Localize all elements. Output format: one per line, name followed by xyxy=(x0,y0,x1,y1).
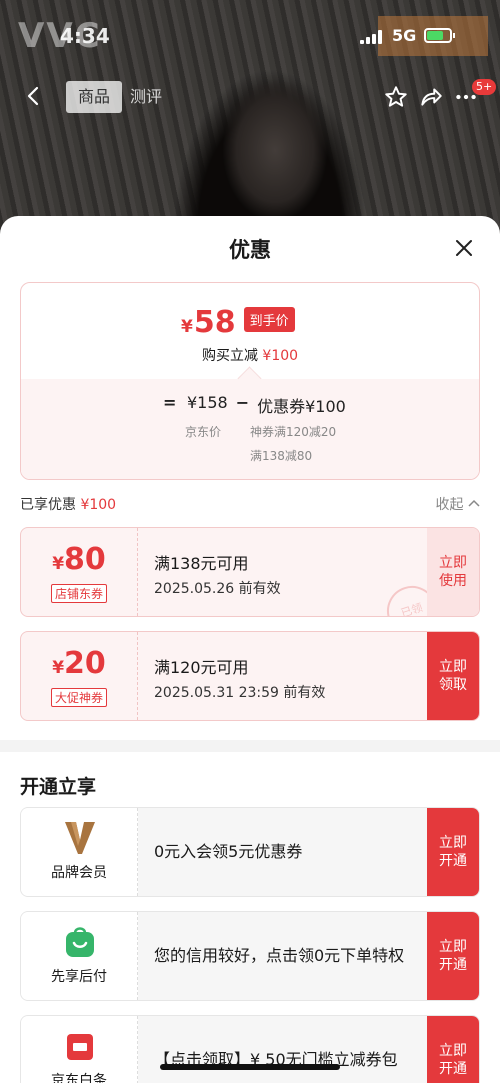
shopping-bag-icon xyxy=(66,927,94,957)
brand-v-icon xyxy=(65,822,95,854)
final-price: ¥ 58 到手价 xyxy=(181,305,295,340)
coupon-amount: ¥80 xyxy=(21,542,137,577)
enjoyed-value: ¥100 xyxy=(80,497,117,513)
price-currency: ¥ xyxy=(181,317,193,337)
instant-reduction: 购买立减 ¥100 xyxy=(21,345,479,365)
enjoyed-discount: 已享优惠 ¥100 xyxy=(20,494,116,514)
member-offer-card: 品牌会员 0元入会领5元优惠券 立即 开通 xyxy=(20,807,480,897)
chevron-up-icon xyxy=(468,499,480,507)
member-offer-text: 0元入会领5元优惠券 xyxy=(154,842,303,861)
coupon-type: 店铺东券 xyxy=(50,584,108,603)
status-time: 4:34 xyxy=(60,24,110,48)
activate-button[interactable]: 立即 开通 xyxy=(427,1016,479,1083)
coupon-total: 优惠券¥100 xyxy=(257,397,346,416)
status-bar: VVC 4:34 5G xyxy=(0,16,500,56)
coupon-type: 大促神券 xyxy=(50,688,108,707)
battery-icon xyxy=(424,28,455,43)
collapse-label: 收起 xyxy=(435,497,464,513)
discount-sheet: 优惠 ¥ 58 到手价 购买立减 ¥100 = ¥158 − 优惠券¥100 京… xyxy=(0,216,500,1083)
coupon-valid-date: 2025.05.31 23:59 前有效 xyxy=(154,685,326,701)
jd-price-label: 京东价 xyxy=(185,425,222,439)
member-label: 品牌会员 xyxy=(51,865,107,881)
tab-review[interactable]: 测评 xyxy=(118,81,174,113)
network-type: 5G xyxy=(392,26,417,45)
price-calculation: = ¥158 − 优惠券¥100 京东价 神券满120减20 满138减80 xyxy=(21,379,479,479)
coupon-amount: ¥20 xyxy=(21,646,137,681)
claim-now-button[interactable]: 立即 领取 xyxy=(427,632,479,720)
price-summary-card: ¥ 58 到手价 购买立减 ¥100 = ¥158 − 优惠券¥100 京东价 … xyxy=(20,282,480,480)
cart-badge: 5+ xyxy=(472,79,497,95)
coupon-detail-2: 满138减80 xyxy=(250,449,313,463)
member-label: 京东白条 xyxy=(51,1073,107,1083)
final-price-tag: 到手价 xyxy=(243,307,295,332)
signal-icon xyxy=(360,30,384,44)
activate-button[interactable]: 立即 开通 xyxy=(427,912,479,1000)
enjoyed-label: 已享优惠 xyxy=(20,497,76,513)
coupon-amount-value: 80 xyxy=(64,542,106,577)
sheet-title: 优惠 xyxy=(229,238,271,262)
member-offer-card: 先享后付 您的信用较好，点击领0元下单特权 立即 开通 xyxy=(20,911,480,1001)
use-now-button[interactable]: 立即 使用 xyxy=(427,528,479,616)
member-offer-text: 【点击领取】¥ 50无门槛立减券包 xyxy=(154,1050,398,1069)
calc-minus: − xyxy=(235,393,250,412)
final-price-value: 58 xyxy=(193,305,236,340)
coupon-condition: 满120元可用 xyxy=(154,658,249,677)
jd-price: ¥158 xyxy=(187,393,228,412)
star-icon[interactable] xyxy=(383,84,409,110)
coupon-card: ¥80 店铺东券 满138元可用 2025.05.26 前有效 已领 立即 使用 xyxy=(20,527,480,617)
instant-reduction-label: 购买立减 xyxy=(201,348,258,364)
instant-reduction-value: ¥100 xyxy=(262,348,299,364)
coupon-card: ¥20 大促神券 满120元可用 2025.05.31 23:59 前有效 立即… xyxy=(20,631,480,721)
coupon-detail-1: 神券满120减20 xyxy=(250,425,337,439)
close-icon[interactable] xyxy=(452,236,476,260)
section-divider xyxy=(0,740,500,752)
coupon-currency: ¥ xyxy=(52,658,65,678)
home-indicator[interactable] xyxy=(160,1064,340,1070)
top-nav: 商品 测评 5+ xyxy=(0,79,500,114)
coupon-amount-value: 20 xyxy=(64,646,106,681)
member-offer-card: 京东白条 【点击领取】¥ 50无门槛立减券包 立即 开通 xyxy=(20,1015,480,1083)
coupon-condition: 满138元可用 xyxy=(154,554,249,573)
calc-equals: = xyxy=(163,393,177,412)
coupon-valid-date: 2025.05.26 前有效 xyxy=(154,581,281,597)
coupon-currency: ¥ xyxy=(52,554,65,574)
collapse-button[interactable]: 收起 xyxy=(436,494,480,514)
activate-button[interactable]: 立即 开通 xyxy=(427,808,479,896)
member-label: 先享后付 xyxy=(51,969,107,985)
share-icon[interactable] xyxy=(418,84,444,110)
member-offer-text: 您的信用较好，点击领0元下单特权 xyxy=(154,946,405,965)
tab-product[interactable]: 商品 xyxy=(66,81,123,113)
back-icon[interactable] xyxy=(22,84,46,108)
baitiao-icon xyxy=(67,1034,93,1060)
section-title: 开通立享 xyxy=(20,776,97,798)
